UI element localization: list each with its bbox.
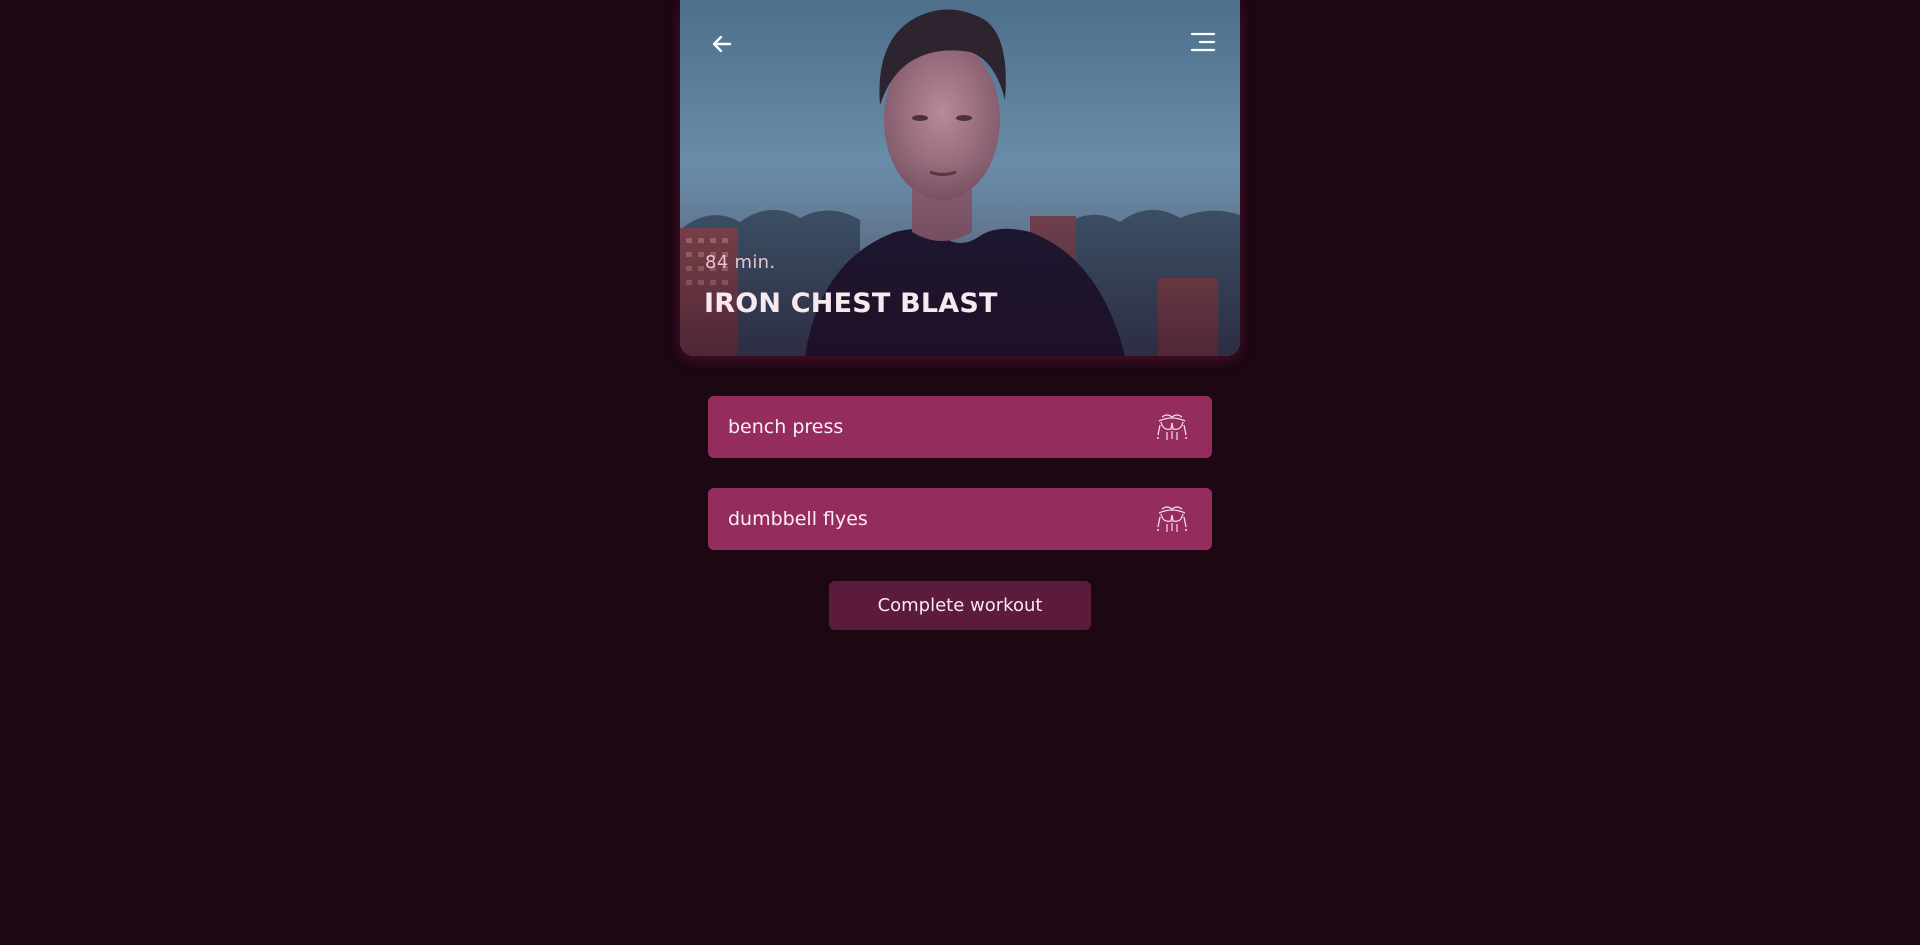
workout-screen: 84 min. IRON CHEST BLAST bench press dum…: [0, 0, 1920, 945]
menu-button[interactable]: [1182, 24, 1222, 60]
arrow-left-icon: [712, 35, 732, 53]
exercise-label: dumbbell flyes: [728, 508, 868, 530]
workout-hero: 84 min. IRON CHEST BLAST: [680, 0, 1240, 356]
back-button[interactable]: [702, 26, 742, 62]
exercise-list: bench press dumbbell flyes: [708, 396, 1212, 580]
chest-muscle-icon: [1152, 499, 1192, 539]
workout-title: IRON CHEST BLAST: [704, 288, 998, 319]
complete-workout-button[interactable]: Complete workout: [829, 581, 1091, 630]
chest-muscle-icon: [1152, 407, 1192, 447]
exercise-item-bench-press[interactable]: bench press: [708, 396, 1212, 458]
menu-icon: [1190, 32, 1216, 52]
exercise-item-dumbbell-flyes[interactable]: dumbbell flyes: [708, 488, 1212, 550]
workout-duration: 84 min.: [705, 252, 776, 273]
exercise-label: bench press: [728, 416, 844, 438]
